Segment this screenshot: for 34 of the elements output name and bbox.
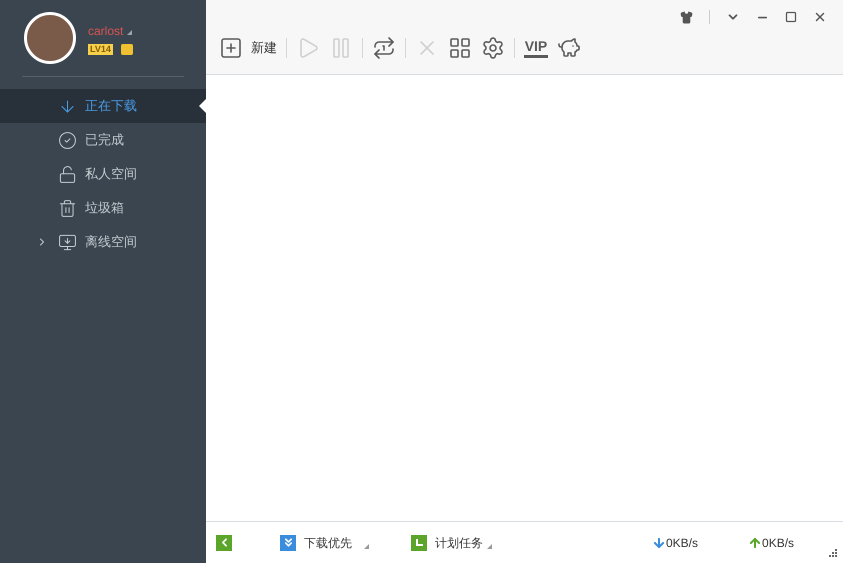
toolbar-button[interactable] (372, 34, 396, 62)
piggy-bank-icon (557, 36, 581, 60)
trash-icon (58, 198, 77, 218)
check-circle-icon (58, 130, 77, 150)
close-icon[interactable] (813, 10, 827, 24)
skin-icon[interactable] (680, 10, 693, 24)
unlocked-lock-icon (58, 164, 77, 184)
download-speed-icon (652, 536, 666, 550)
nav-item[interactable]: 正在下载 (0, 89, 206, 123)
vip-button[interactable]: VIP (524, 38, 548, 58)
schedule-icon (411, 534, 427, 550)
upload-speed-icon (748, 536, 762, 550)
collapse-button[interactable] (216, 534, 232, 550)
avatar[interactable] (24, 12, 76, 64)
download-speed: 0KB/s (666, 534, 698, 552)
upload-speed: 0KB/s (762, 534, 794, 552)
caret-icon[interactable] (127, 30, 132, 35)
level-badge: LV14 (88, 44, 113, 54)
new-button[interactable]: 新建 (219, 34, 277, 62)
repeat-once-icon (372, 36, 396, 60)
schedule-dropdown[interactable]: 计划任务 (435, 534, 492, 552)
nav-item[interactable]: 离线空间 (0, 225, 206, 259)
gem-icon[interactable] (120, 44, 133, 54)
settings-icon (481, 36, 505, 60)
nav-item[interactable]: 私人空间 (0, 157, 206, 191)
priority-icon (280, 534, 296, 550)
monitor-download-icon (58, 232, 77, 252)
add-file-icon (219, 36, 243, 60)
grid-icon (448, 36, 472, 60)
resize-grip-icon[interactable] (829, 549, 837, 557)
priority-dropdown[interactable]: 下载优先 (304, 534, 369, 552)
nav-item[interactable]: 垃圾箱 (0, 191, 206, 225)
maximize-icon[interactable] (785, 11, 797, 23)
nav-item[interactable]: 已完成 (0, 123, 206, 157)
